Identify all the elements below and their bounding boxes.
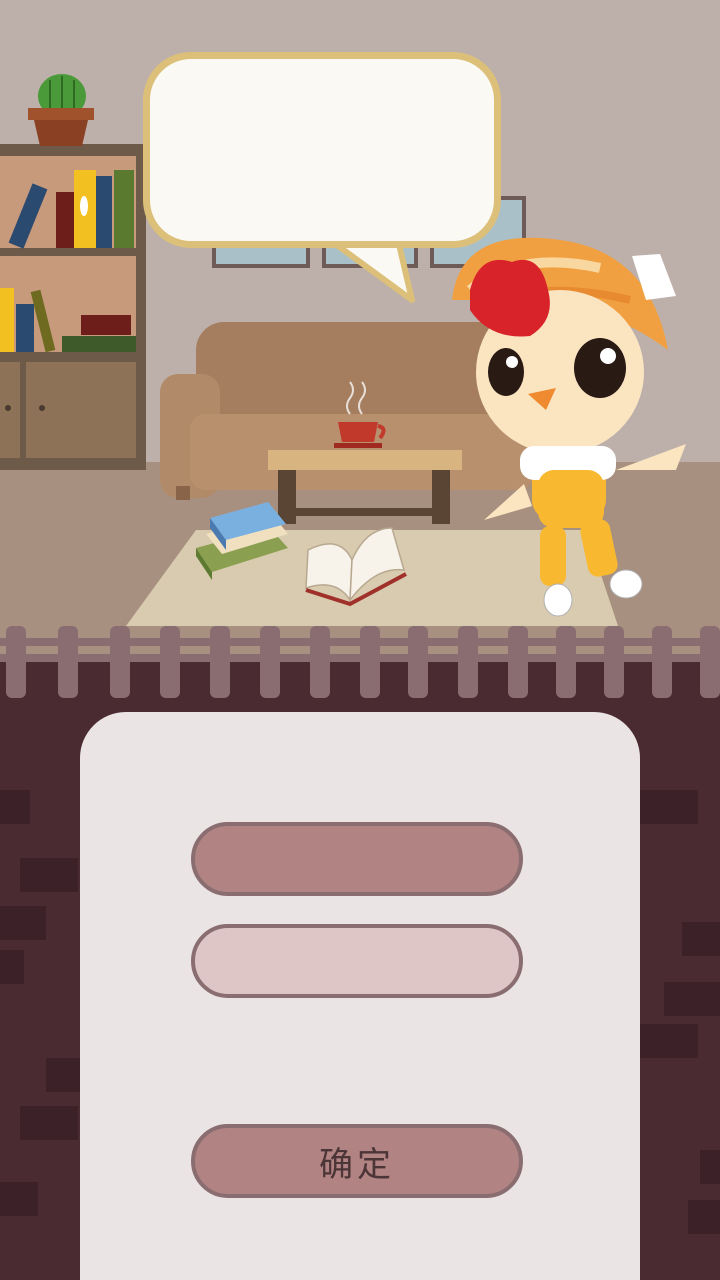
confirm-button-label: 确定 <box>319 1144 395 1185</box>
fence <box>0 626 720 698</box>
living-room-scene <box>0 0 720 660</box>
option-button-2[interactable] <box>191 924 523 998</box>
option-button-1[interactable] <box>191 822 523 896</box>
speech-bubble <box>143 52 501 248</box>
confirm-button[interactable]: 确定 <box>191 1124 523 1198</box>
